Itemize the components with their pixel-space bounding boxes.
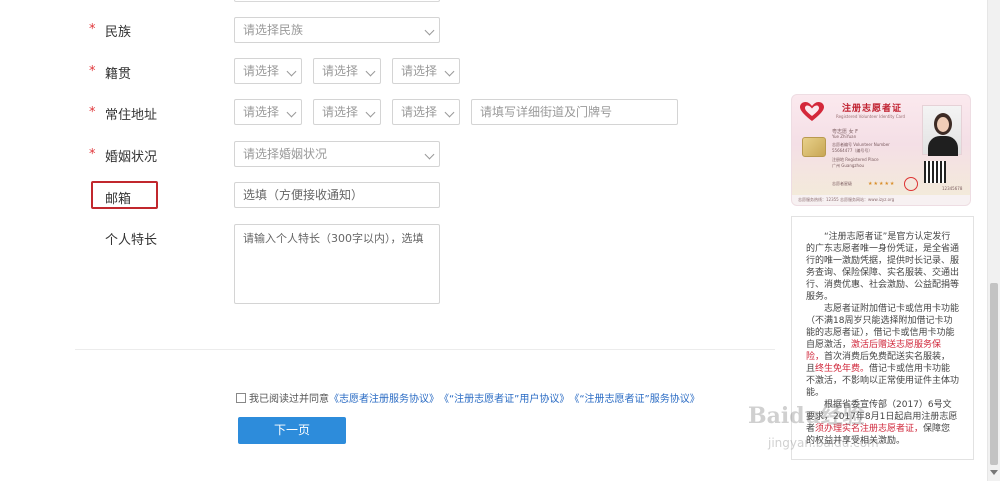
required-marker: * [89, 147, 96, 162]
marital-select[interactable]: 请选择婚姻状况 [234, 141, 440, 167]
chevron-down-icon [365, 107, 376, 118]
agreement-prefix: 我已阅读过并同意 [249, 394, 329, 405]
native-province-value: 请选择 [243, 64, 280, 78]
email-input[interactable]: 选填（方便接收通知） [234, 182, 440, 208]
next-page-button[interactable]: 下一页 [238, 417, 346, 444]
email-label: 邮箱 [105, 192, 132, 207]
native-place-label: 籍贯 [105, 67, 132, 82]
address-province-select[interactable]: 请选择 [234, 99, 302, 125]
card-holder-name-en: Yue ZhiYuan [832, 134, 857, 139]
card-portrait [922, 105, 962, 156]
required-marker: * [89, 64, 96, 79]
watermark-url: jingyan.baidu.com [768, 436, 879, 450]
native-city-value: 请选择 [322, 64, 359, 78]
agreement-row: 我已阅读过并同意 《志愿者注册服务协议》 《“注册志愿者证”用户协议》 《“注册… [236, 390, 700, 405]
service-agreement-link[interactable]: 《志愿者注册服务协议》 [329, 390, 439, 405]
required-marker: * [89, 105, 96, 120]
chevron-down-icon [444, 66, 455, 77]
user-agreement-link[interactable]: 《“注册志愿者证”用户协议》 [439, 390, 569, 405]
qr-code-icon [924, 161, 946, 183]
form-divider [75, 349, 775, 350]
address-district-value: 请选择 [401, 105, 438, 119]
volunteer-card-image: 注册志愿者证 Registered Volunteer Identity Car… [791, 94, 971, 206]
specialty-placeholder: 请输入个人特长（300字以内），选填 [243, 232, 424, 245]
chevron-down-icon [365, 66, 376, 77]
street-address-placeholder: 请填写详细街道及门牌号 [480, 105, 613, 119]
heart-logo-icon [800, 102, 824, 121]
scrollbar-thumb[interactable] [990, 283, 998, 465]
address-city-select[interactable]: 请选择 [313, 99, 381, 125]
native-city-select[interactable]: 请选择 [313, 58, 381, 84]
card-footer: 志愿服务热线：12355 志愿服务网站：www.izyz.org [792, 195, 970, 205]
specialty-label: 个人特长 [105, 233, 158, 248]
ethnicity-select[interactable]: 请选择民族 [234, 17, 440, 43]
required-marker: * [89, 22, 96, 37]
specialty-textarea[interactable]: 请输入个人特长（300字以内），选填 [234, 224, 440, 304]
previous-field-bottom [234, 0, 440, 2]
card-title: 注册志愿者证 [842, 104, 903, 114]
card-place: 广州 Guangzhou [832, 163, 865, 168]
card-number: 55664477（编号号） [832, 148, 873, 153]
card-stars: ★★★★★ [868, 181, 896, 187]
scroll-down-arrow-icon[interactable] [990, 470, 998, 475]
address-province-value: 请选择 [243, 105, 280, 119]
seal-icon [904, 177, 918, 191]
card-serial: 12345678 [942, 186, 963, 191]
address-city-value: 请选择 [322, 105, 359, 119]
description-paragraph-1: “注册志愿者证”是官方认定发行的广东志愿者唯一身份凭证，是全省通行的唯一激励凭据… [806, 232, 960, 302]
ethnicity-label: 民族 [105, 25, 132, 40]
chevron-down-icon [286, 107, 297, 118]
ethnicity-placeholder: 请选择民族 [243, 23, 304, 37]
card-subtitle: Registered Volunteer Identity Card [836, 114, 906, 119]
email-placeholder: 选填（方便接收通知） [243, 188, 364, 202]
chevron-down-icon [424, 25, 435, 36]
native-district-select[interactable]: 请选择 [392, 58, 460, 84]
description-paragraph-2: 志愿者证附加借记卡或信用卡功能（不满18周岁只能选择附加借记卡功能的志愿者证），… [806, 304, 960, 398]
address-district-select[interactable]: 请选择 [392, 99, 460, 125]
agreement-checkbox[interactable] [236, 392, 246, 403]
native-district-value: 请选择 [401, 64, 438, 78]
card-chip-icon [802, 137, 826, 157]
marital-label: 婚姻状况 [105, 150, 158, 165]
chevron-down-icon [444, 107, 455, 118]
card-level-label: 志愿者星级 [832, 181, 852, 186]
watermark: Baidu经验 [748, 403, 865, 429]
chevron-down-icon [424, 149, 435, 160]
native-province-select[interactable]: 请选择 [234, 58, 302, 84]
street-address-input[interactable]: 请填写详细街道及门牌号 [471, 99, 678, 125]
address-label: 常住地址 [105, 108, 158, 123]
marital-placeholder: 请选择婚姻状况 [243, 147, 328, 161]
chevron-down-icon [286, 66, 297, 77]
card-service-agreement-link[interactable]: 《“注册志愿者证”服务协议》 [569, 390, 699, 405]
